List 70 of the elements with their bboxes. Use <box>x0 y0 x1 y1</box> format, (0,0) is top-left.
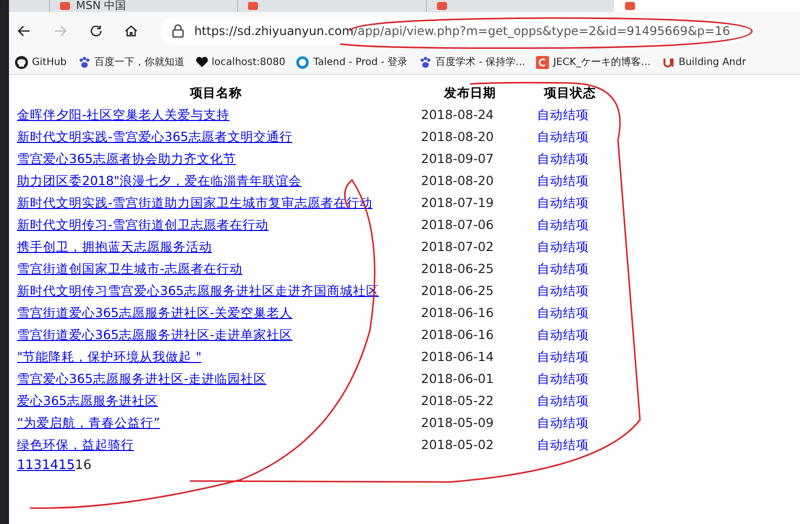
project-link[interactable]: 雪宫爱心365志愿者协会助力齐文化节 <box>17 151 236 166</box>
project-link[interactable]: 绿色环保，益起骑行 <box>17 437 134 452</box>
lock-icon <box>172 24 184 38</box>
github-icon <box>15 56 28 68</box>
column-header: 项目名称 <box>188 84 243 102</box>
letter-u-icon <box>662 56 675 68</box>
bookmark-item[interactable]: localhost:8080 <box>196 56 286 68</box>
status-link[interactable]: 自动结项 <box>525 349 589 364</box>
project-link[interactable]: 雪宫街道爱心365志愿服务进社区-关爱空巢老人 <box>17 305 292 320</box>
date-cell-text: 2018-05-02 <box>420 437 494 452</box>
page-link[interactable]: 1 <box>17 456 26 476</box>
date-cell-text: 2018-06-16 <box>420 305 494 320</box>
date-cell-text: 2018-08-20 <box>420 129 494 144</box>
bookmark-item[interactable]: JECK_ケーキ的博客... <box>536 55 651 69</box>
column-header: 项目状态 <box>542 84 597 102</box>
status-link[interactable]: 自动结项 <box>525 283 589 298</box>
project-link[interactable]: 爱心365志愿服务进社区 <box>17 393 158 408</box>
status-link[interactable]: 自动结项 <box>525 415 589 430</box>
bookmark-item[interactable]: GitHub <box>15 56 67 68</box>
page-link[interactable]: 14 <box>42 456 58 476</box>
status-link[interactable]: 自动结项 <box>525 371 589 386</box>
status-link[interactable]: 自动结项 <box>525 217 589 232</box>
project-link[interactable]: 助力团区委2018"浪漫七夕，爱在临淄青年联谊会 <box>17 173 302 188</box>
project-link[interactable]: 携手创卫，拥抱蓝天志愿服务活动 <box>17 239 212 254</box>
date-cell-text: 2018-07-06 <box>420 217 494 232</box>
project-link[interactable]: 金晖伴夕阳-社区空巢老人关爱与支持 <box>17 107 230 122</box>
date-cell-text: 2018-07-02 <box>420 239 494 254</box>
project-link[interactable]: 雪宫街道爱心365志愿服务进社区-走进单家社区 <box>17 327 292 342</box>
date-cell-text: 2018-08-20 <box>420 173 494 188</box>
date-cell-text: 2018-08-24 <box>420 107 494 122</box>
date-cell-text: 2018-06-14 <box>420 349 494 364</box>
date-cell-text: 2018-09-07 <box>420 151 494 166</box>
bookmark-item[interactable]: 百度一下，你就知道 <box>78 55 185 69</box>
status-link[interactable]: 自动结项 <box>525 129 589 144</box>
status-link[interactable]: 自动结项 <box>525 261 589 276</box>
status-link[interactable]: 自动结项 <box>525 151 589 166</box>
status-link[interactable]: 自动结项 <box>525 239 589 254</box>
bookmark-item[interactable]: Building Andr <box>662 56 746 68</box>
project-link[interactable]: 新时代文明传习-雪宫街道创卫志愿者在行动 <box>17 217 269 232</box>
date-cell-text: 2018-05-22 <box>420 393 494 408</box>
project-link[interactable]: “为爱启航，青春公益行” <box>17 415 160 430</box>
ring-icon <box>296 56 310 68</box>
project-link[interactable]: "节能降耗，保护环境从我做起 " <box>17 349 202 364</box>
project-link[interactable]: 雪宫爱心365志愿服务进社区-走进临园社区 <box>17 371 266 386</box>
project-link[interactable]: 新时代文明实践-雪宫爱心365志愿者文明交通行 <box>17 129 292 144</box>
status-link[interactable]: 自动结项 <box>525 107 589 122</box>
status-link[interactable]: 自动结项 <box>525 173 589 188</box>
status-link[interactable]: 自动结项 <box>525 195 589 210</box>
bookmark-item[interactable]: Talend - Prod - 登录 <box>296 55 408 69</box>
bookmark-item[interactable]: 百度学术 - 保持学... <box>418 55 526 69</box>
status-link[interactable]: 自动结项 <box>525 327 589 342</box>
status-link[interactable]: 自动结项 <box>525 305 589 320</box>
date-cell-text: 2018-06-25 <box>420 283 494 298</box>
date-cell-text: 2018-06-16 <box>420 327 494 342</box>
project-link[interactable]: 雪宫街道创国家卫生城市-志愿者在行动 <box>17 261 243 276</box>
status-link[interactable]: 自动结项 <box>525 393 589 408</box>
date-cell-text: 2018-06-01 <box>420 371 494 386</box>
date-cell-text: 2018-06-25 <box>420 261 494 276</box>
page-link[interactable]: 13 <box>25 456 42 476</box>
paw-icon <box>78 56 91 68</box>
date-cell-text: 2018-07-19 <box>420 195 494 210</box>
paw-icon <box>418 56 432 68</box>
page-link[interactable]: 15 <box>58 456 75 476</box>
address-bar[interactable]: https://sd.zhiyuanyun.com/app/api/view.php?m=get_opps&type=2&id=91495669&p=16 <box>160 17 742 45</box>
status-link[interactable]: 自动结项 <box>525 437 589 452</box>
date-cell-text: 2018-05-09 <box>420 415 494 430</box>
column-header: 发布日期 <box>442 84 497 102</box>
heart-icon <box>196 56 208 68</box>
letter-c-icon <box>536 56 550 68</box>
url-text: https://sd.zhiyuanyun.com/app/api/view.php?m=get_opps&type=2&id=91495669&p=16 <box>194 24 730 38</box>
